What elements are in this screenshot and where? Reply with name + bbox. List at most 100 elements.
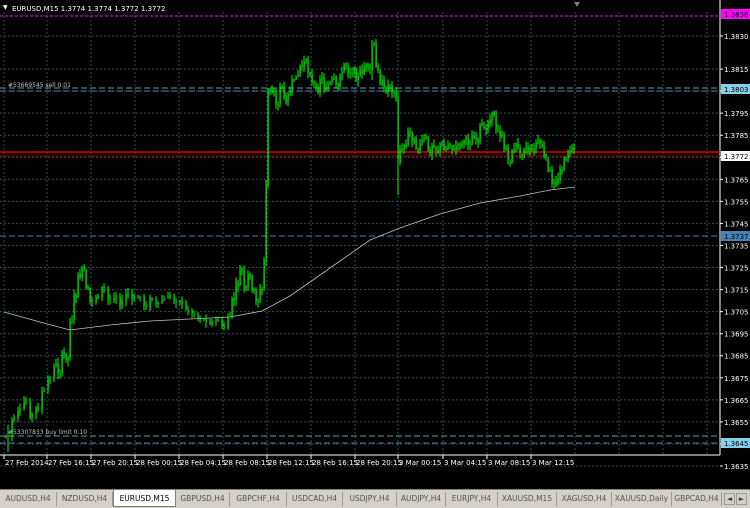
candle-body — [335, 76, 337, 85]
candle-body — [187, 310, 189, 312]
candle-body — [87, 287, 89, 289]
candle-body — [197, 313, 199, 319]
candle-body — [565, 158, 567, 160]
candle-body — [193, 313, 195, 315]
tab-nzdusd-h4[interactable]: NZDUSD,H4 — [57, 492, 113, 506]
candle-body — [235, 282, 237, 300]
candle-body — [57, 362, 59, 374]
tab-xauusd-daily[interactable]: XAUUSD,Daily — [612, 492, 672, 506]
price-label: 1.3765 — [724, 176, 749, 184]
candle-body — [121, 300, 123, 306]
candle-body — [401, 148, 403, 151]
candle-body — [295, 76, 297, 79]
sell-order-label: #53669545 sell 0.01 — [8, 82, 71, 89]
candle-body — [357, 76, 359, 82]
candle-body — [313, 82, 315, 84]
chart-shift-marker — [574, 2, 580, 7]
candle-body — [37, 406, 39, 410]
candle-body — [569, 150, 571, 152]
candle-body — [323, 77, 325, 90]
candle-body — [11, 419, 13, 437]
candle-body — [353, 67, 355, 74]
tab-scroll-left-icon[interactable]: ◄ — [724, 493, 735, 505]
chart-menu-icon[interactable]: ▼ — [3, 5, 9, 11]
price-chart[interactable]: 1.38301.38151.38051.37951.37851.37751.37… — [0, 0, 750, 489]
candle-body — [563, 158, 565, 171]
tab-usdjpy-h4[interactable]: USDJPY,H4 — [343, 492, 397, 506]
candle-body — [307, 59, 309, 74]
candle-body — [419, 142, 421, 151]
candle-body — [285, 96, 287, 103]
candle-body — [127, 293, 129, 295]
price-label: 1.3665 — [724, 397, 749, 405]
candle-body — [267, 89, 269, 185]
candle-body — [221, 320, 223, 327]
price-label: 1.3735 — [724, 242, 749, 250]
tab-eurjpy-h4[interactable]: EURJPY,H4 — [446, 492, 498, 506]
candle-body — [13, 417, 15, 421]
candle-body — [431, 145, 433, 155]
price-tag-mid: 1.3737 — [724, 233, 749, 241]
candle-body — [449, 144, 451, 146]
candle-body — [209, 321, 211, 324]
candle-body — [427, 137, 429, 151]
candle-body — [77, 273, 79, 297]
candle-body — [409, 130, 411, 132]
tab-gbpchf-h4[interactable]: GBPCHF,H4 — [230, 492, 287, 506]
candle-body — [325, 87, 327, 90]
candle-body — [561, 169, 563, 172]
candle-body — [161, 300, 163, 303]
candle-body — [383, 79, 385, 89]
candle-body — [351, 71, 353, 73]
candle-body — [79, 273, 81, 278]
candle-body — [131, 292, 133, 300]
tab-audusd-h4[interactable]: AUDUSD,H4 — [0, 492, 57, 506]
candle-body — [251, 275, 253, 291]
candle-body — [155, 299, 157, 304]
candle-body — [477, 139, 479, 143]
candle-body — [63, 351, 65, 355]
candle-body — [69, 321, 71, 358]
candle-body — [81, 267, 83, 278]
candle-body — [91, 299, 93, 302]
tab-gbpcad-h4[interactable]: GBPCAD,H4 — [672, 492, 722, 506]
candle-body — [301, 64, 303, 67]
chart-area[interactable]: 1.38301.38151.38051.37951.37851.37751.37… — [0, 0, 750, 489]
candle-body — [473, 135, 475, 139]
time-label: 27 Feb 2014 — [5, 459, 49, 467]
candle-body — [157, 302, 159, 304]
tab-audjpy-h4[interactable]: AUDJPY,H4 — [397, 492, 446, 506]
candle-body — [333, 77, 335, 79]
candle-body — [389, 85, 391, 87]
candle-body — [261, 289, 263, 291]
candle-body — [237, 283, 239, 287]
tab-xagusd-h4[interactable]: XAGUSD,H4 — [557, 492, 612, 506]
candle-body — [551, 169, 553, 184]
candle-body — [365, 64, 367, 67]
tab-xauusd-m15[interactable]: XAUUSD,M15 — [498, 492, 557, 506]
candle-body — [507, 147, 509, 160]
tab-eurusd-m15[interactable]: EURUSD,M15 — [113, 490, 176, 507]
tab-usdcad-h4[interactable]: USDCAD,H4 — [287, 492, 343, 506]
tab-gbpusd-h4[interactable]: GBPUSD,H4 — [176, 492, 230, 506]
candle-body — [303, 61, 305, 68]
candle-body — [25, 401, 27, 403]
candle-body — [229, 315, 231, 317]
candle-body — [555, 181, 557, 185]
candle-body — [311, 74, 313, 83]
tab-scroll-right-icon[interactable]: ► — [736, 493, 747, 505]
candle-body — [31, 414, 33, 418]
candle-body — [167, 297, 169, 299]
candle-body — [391, 85, 393, 93]
time-label: 28 Feb 00:15 — [136, 459, 182, 467]
price-tag-buy: 1.3645 — [724, 440, 749, 448]
candle-body — [417, 148, 419, 152]
price-tag-top: 1.3836 — [724, 11, 749, 19]
time-label: 28 Feb 20:15 — [356, 459, 402, 467]
candle-body — [491, 112, 493, 121]
candle-body — [517, 142, 519, 147]
candle-body — [309, 73, 311, 75]
candle-body — [113, 298, 115, 300]
candle-body — [149, 297, 151, 309]
candle-body — [103, 286, 105, 288]
